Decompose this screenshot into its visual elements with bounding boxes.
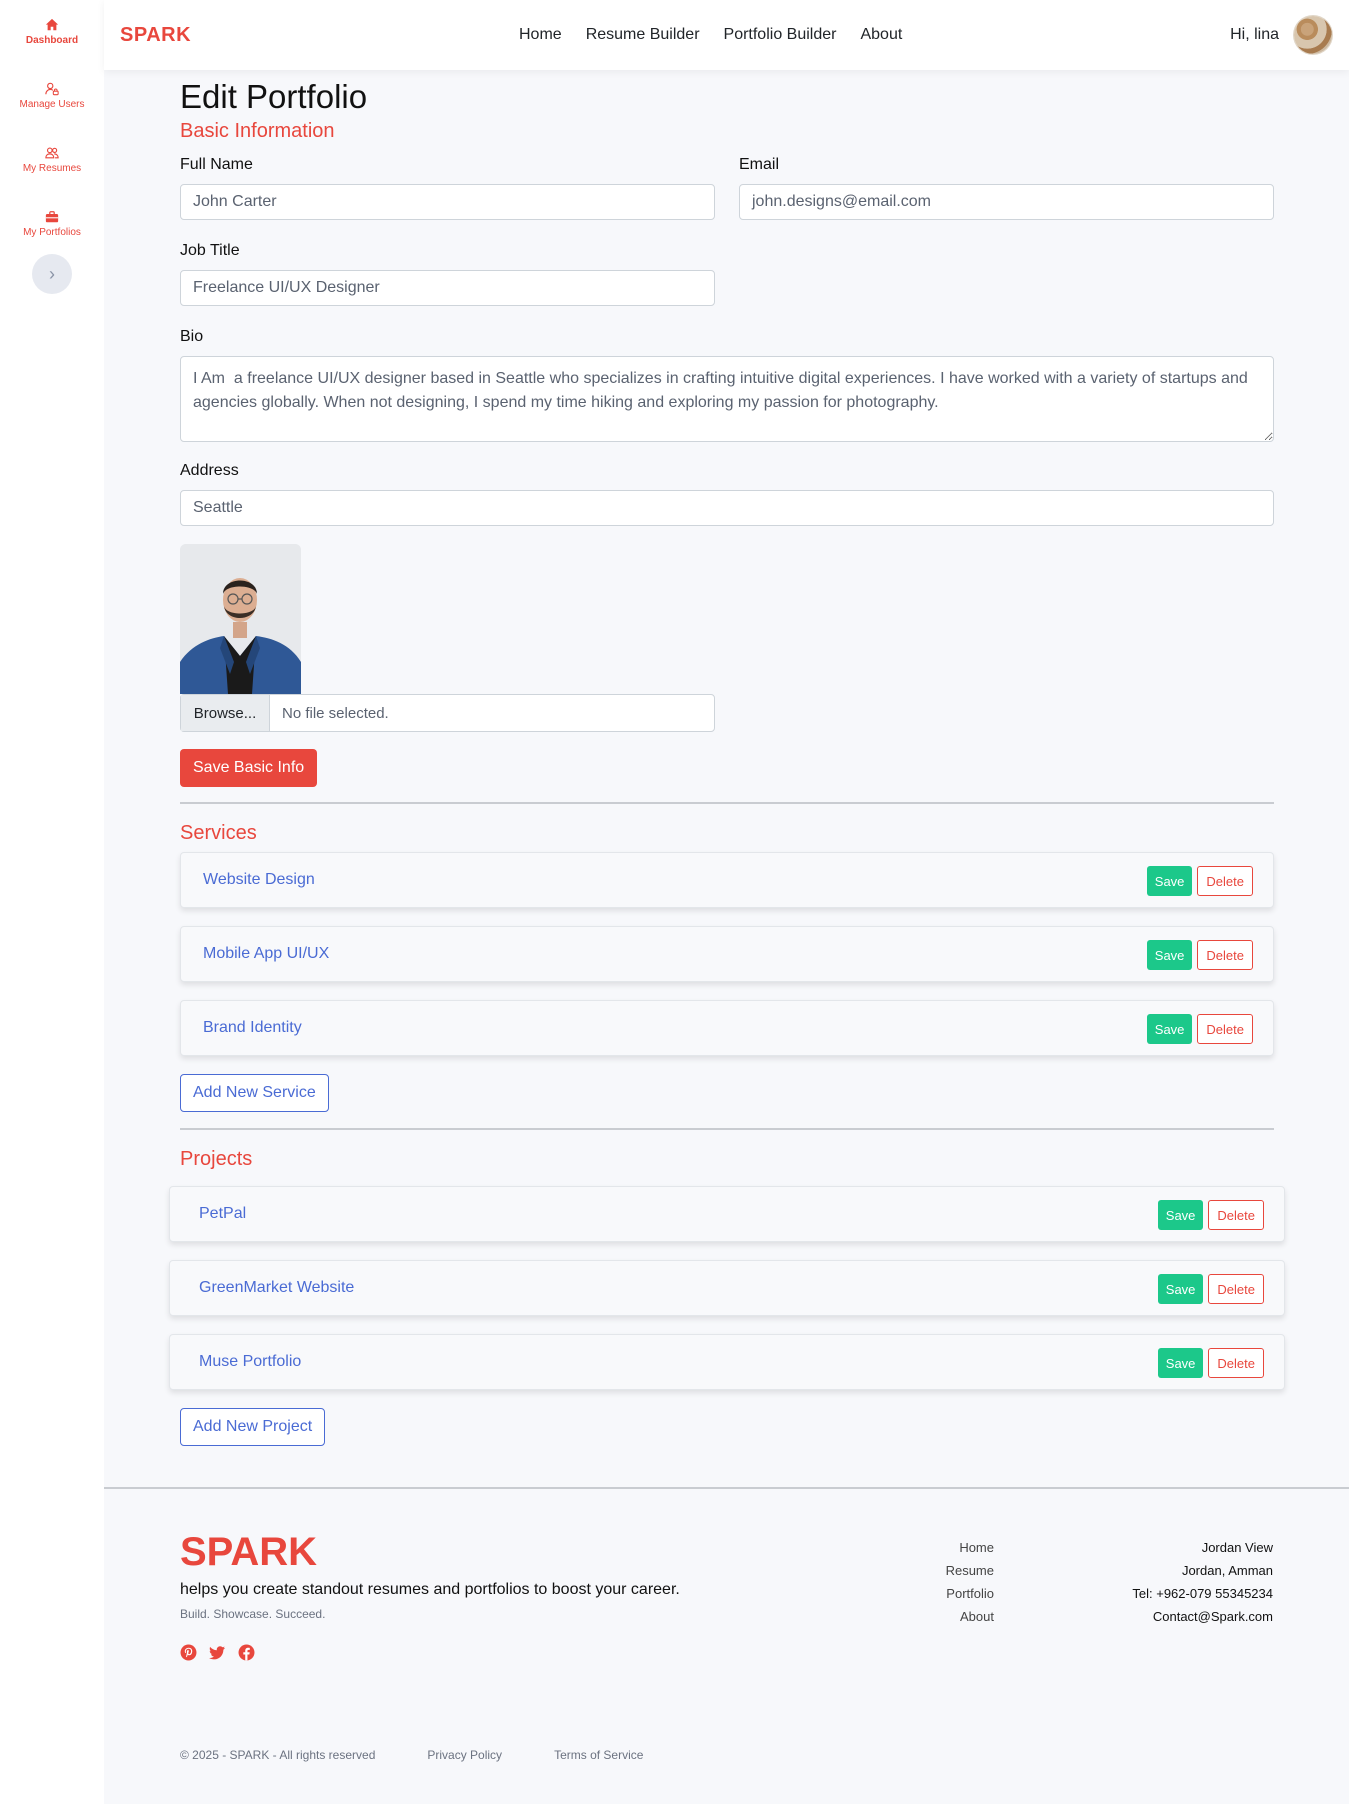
save-service-button[interactable]: Save [1146, 866, 1193, 896]
home-icon [45, 18, 59, 31]
bio-label: Bio [180, 328, 204, 345]
chevron-right-icon: › [49, 263, 55, 284]
twitter-icon[interactable] [209, 1644, 226, 1661]
nav-home[interactable]: Home [519, 26, 562, 44]
delete-service-button[interactable]: Delete [1197, 940, 1253, 970]
briefcase-icon [45, 211, 59, 223]
footer-link-resume[interactable]: Resume [946, 1559, 994, 1582]
contact-city: Jordan, Amman [1181, 1563, 1273, 1578]
browse-button[interactable]: Browse... [181, 695, 270, 731]
full-name-label: Full Name [180, 156, 253, 173]
nav-about[interactable]: About [860, 26, 902, 44]
photo-file-input[interactable]: Browse... No file selected. [180, 694, 715, 732]
sidebar: Dashboard Manage Users My Resumes My Por… [0, 0, 104, 1804]
avatar[interactable] [1294, 16, 1332, 54]
footer-link-about[interactable]: About [946, 1605, 994, 1628]
sidebar-item-my-portfolios[interactable]: My Portfolios [0, 210, 104, 238]
footer-link-portfolio[interactable]: Portfolio [946, 1582, 994, 1605]
nav-resume-builder[interactable]: Resume Builder [586, 26, 700, 44]
user-lock-icon [45, 82, 59, 96]
page-title: Edit Portfolio [180, 78, 368, 115]
footer-tagline: helps you create standout resumes and po… [180, 1581, 680, 1598]
service-name[interactable]: Brand Identity [203, 1019, 302, 1037]
sidebar-item-my-resumes[interactable]: My Resumes [0, 146, 104, 174]
sidebar-item-label: My Resumes [22, 163, 82, 174]
delete-service-button[interactable]: Delete [1197, 866, 1253, 896]
service-card: Website Design Save Delete [180, 852, 1274, 908]
main-nav: Home Resume Builder Portfolio Builder Ab… [519, 26, 902, 44]
copyright-text: © 2025 - SPARK - All rights reserved [180, 1748, 376, 1762]
project-name[interactable]: Muse Portfolio [199, 1353, 301, 1371]
nav-portfolio-builder[interactable]: Portfolio Builder [724, 26, 837, 44]
full-name-input[interactable]: John Carter [180, 184, 715, 220]
users-icon [45, 147, 59, 159]
sidebar-item-label: My Portfolios [23, 227, 81, 238]
save-project-button[interactable]: Save [1157, 1200, 1204, 1230]
projects-title: Projects [180, 1148, 253, 1170]
footer-subtitle: Build. Showcase. Succeed. [180, 1607, 326, 1621]
save-service-button[interactable]: Save [1146, 940, 1193, 970]
divider [180, 802, 1274, 804]
privacy-policy-link[interactable]: Privacy Policy [427, 1748, 502, 1762]
top-navbar: SPARK Home Resume Builder Portfolio Buil… [104, 0, 1349, 70]
bio-textarea[interactable]: I Am a freelance UI/UX designer based in… [180, 356, 1274, 442]
footer-links: Home Resume Portfolio About [946, 1536, 994, 1628]
file-name-text: No file selected. [282, 704, 389, 722]
address-label: Address [180, 462, 239, 479]
save-project-button[interactable]: Save [1157, 1274, 1204, 1304]
contact-email[interactable]: Contact@Spark.com [1132, 1605, 1273, 1628]
footer-contact: Jordan View Jordan, Amman Tel: +962-079 … [1132, 1536, 1273, 1628]
delete-project-button[interactable]: Delete [1208, 1200, 1264, 1230]
contact-phone: Tel: +962-079 55345234 [1132, 1586, 1273, 1601]
add-service-button[interactable]: Add New Service [180, 1074, 329, 1112]
add-project-button[interactable]: Add New Project [180, 1408, 326, 1446]
facebook-icon[interactable] [238, 1644, 255, 1661]
pinterest-icon[interactable] [180, 1644, 197, 1661]
save-project-button[interactable]: Save [1157, 1348, 1204, 1378]
delete-project-button[interactable]: Delete [1208, 1274, 1264, 1304]
sidebar-toggle-button[interactable]: › [32, 254, 72, 294]
address-input[interactable]: Seattle [180, 490, 1274, 526]
job-title-input[interactable]: Freelance UI/UX Designer [180, 270, 715, 306]
delete-project-button[interactable]: Delete [1208, 1348, 1264, 1378]
sidebar-item-dashboard[interactable]: Dashboard [0, 18, 104, 46]
project-card: PetPal Save Delete [169, 1186, 1285, 1242]
service-card: Brand Identity Save Delete [180, 1000, 1274, 1056]
service-card: Mobile App UI/UX Save Delete [180, 926, 1274, 982]
contact-location: Jordan View [1201, 1540, 1273, 1555]
divider [180, 1128, 1274, 1130]
terms-of-service-link[interactable]: Terms of Service [554, 1748, 643, 1762]
job-title-label: Job Title [180, 242, 240, 259]
footer-link-home[interactable]: Home [946, 1536, 994, 1559]
footer-brand: SPARK [180, 1530, 318, 1574]
project-name[interactable]: PetPal [199, 1205, 246, 1223]
project-name[interactable]: GreenMarket Website [199, 1279, 354, 1297]
profile-photo [180, 544, 301, 694]
sidebar-item-manage-users[interactable]: Manage Users [0, 82, 104, 110]
services-title: Services [180, 822, 257, 844]
user-greeting: Hi, lina [1230, 26, 1279, 43]
footer-divider [104, 1487, 1349, 1489]
email-input[interactable]: john.designs@email.com [739, 184, 1274, 220]
project-card: Muse Portfolio Save Delete [169, 1334, 1285, 1390]
service-name[interactable]: Mobile App UI/UX [203, 945, 329, 963]
sidebar-item-label: Dashboard [25, 35, 79, 46]
save-service-button[interactable]: Save [1146, 1014, 1193, 1044]
copyright-bar: © 2025 - SPARK - All rights reserved Pri… [180, 1748, 643, 1762]
basic-info-title: Basic Information [180, 120, 335, 142]
project-card: GreenMarket Website Save Delete [169, 1260, 1285, 1316]
delete-service-button[interactable]: Delete [1197, 1014, 1253, 1044]
email-label: Email [739, 156, 780, 173]
social-links [180, 1644, 255, 1661]
sidebar-item-label: Manage Users [19, 99, 85, 110]
service-name[interactable]: Website Design [203, 871, 315, 889]
brand-logo[interactable]: SPARK [120, 24, 191, 47]
save-basic-info-button[interactable]: Save Basic Info [180, 749, 318, 787]
